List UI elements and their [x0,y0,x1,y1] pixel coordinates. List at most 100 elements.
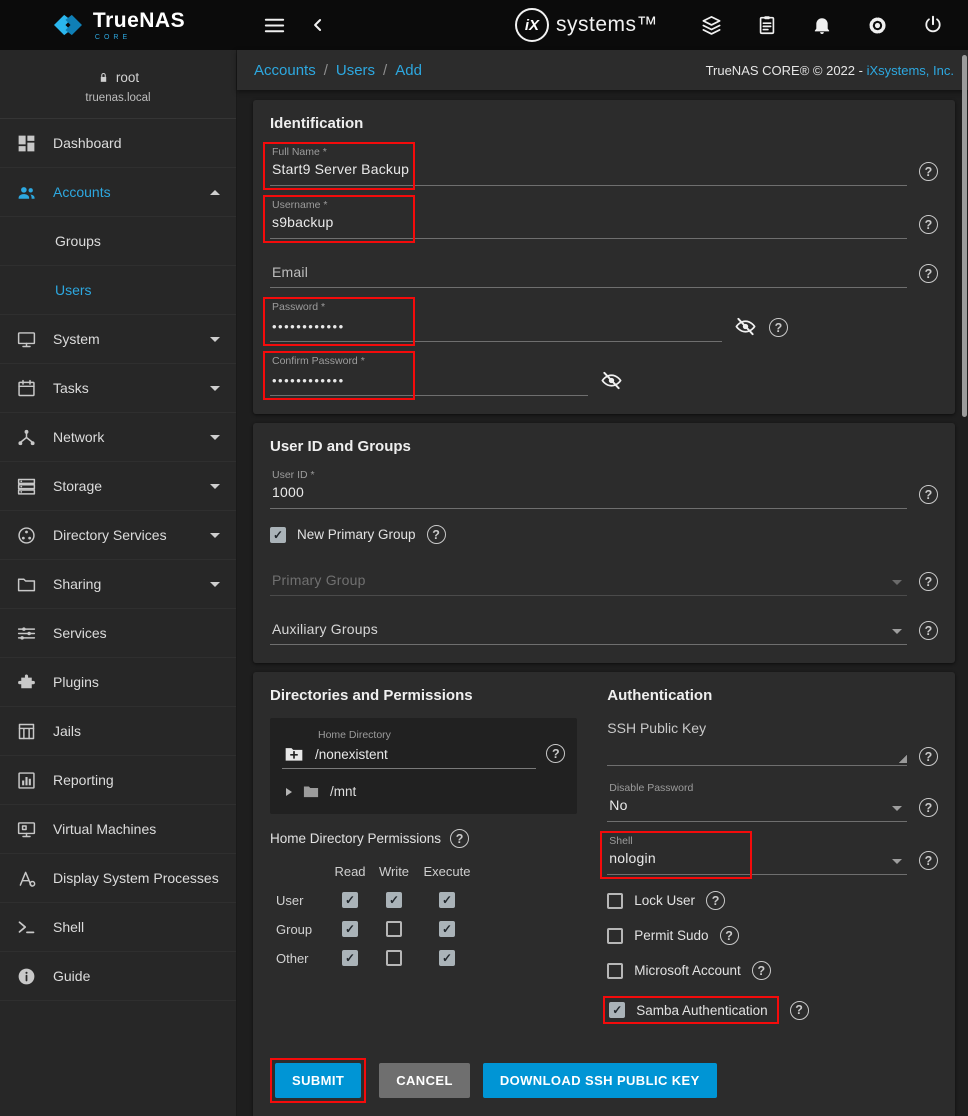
breadcrumb-add[interactable]: Add [395,62,438,79]
perm-group-execute-checkbox[interactable] [439,921,455,937]
sidebar-item-system[interactable]: System [0,315,236,364]
directories-column: Directories and Permissions Home Directo… [270,687,577,1040]
sidebar-item-sharing[interactable]: Sharing [0,560,236,609]
collapse-nav-button[interactable] [304,11,332,39]
sidebar-item-display-system-processes[interactable]: Display System Processes [0,854,236,903]
help-icon[interactable] [919,215,938,234]
ixsystems-link[interactable]: iXsystems, Inc. [867,63,954,78]
chevron-down-icon [892,806,902,811]
breadcrumb-users[interactable]: Users [336,62,395,79]
confirm-password-input[interactable]: Confirm Password * •••••••••••• [270,355,588,396]
help-icon[interactable] [790,1001,809,1020]
submit-button[interactable]: SUBMIT [275,1063,361,1098]
help-icon[interactable] [919,485,938,504]
power-button[interactable] [918,10,948,40]
notifications-button[interactable] [807,10,837,40]
help-icon[interactable] [752,961,771,980]
ssh-public-key-input[interactable]: SSH Public Key [607,718,907,766]
perm-other-read-checkbox[interactable] [342,950,358,966]
sidebar-item-reporting[interactable]: Reporting [0,756,236,805]
perm-group-read-checkbox[interactable] [342,921,358,937]
perm-user-read-checkbox[interactable] [342,892,358,908]
expand-caret-icon[interactable] [286,788,292,796]
perm-user-execute-checkbox[interactable] [439,892,455,908]
cancel-button[interactable]: CANCEL [379,1063,470,1098]
copyright-text: TrueNAS CORE® © 2022 - iXsystems, Inc. [706,63,954,78]
truenas-logo[interactable]: TrueNAS CORE [0,10,237,41]
toggle-password-visibility-icon[interactable] [734,315,757,338]
sidebar-item-virtual-machines[interactable]: Virtual Machines [0,805,236,854]
breadcrumb-bar: Accounts Users Add TrueNAS CORE® © 2022 … [237,50,968,90]
primary-group-select[interactable]: Primary Group [270,560,907,596]
help-icon[interactable] [919,851,938,870]
help-icon[interactable] [919,572,938,591]
sidebar-item-network[interactable]: Network [0,413,236,462]
perm-other-execute-checkbox[interactable] [439,950,455,966]
sidebar-item-services[interactable]: Services [0,609,236,658]
brand-text: TrueNAS CORE [93,10,185,41]
sidebar-item-label: Tasks [53,380,89,396]
help-icon[interactable] [546,744,565,763]
disable-password-select[interactable]: Disable Password No [607,782,907,822]
menu-button[interactable] [259,10,290,41]
breadcrumb-accounts[interactable]: Accounts [254,62,336,79]
sidebar-item-users[interactable]: Users [0,266,236,315]
directory-services-icon [16,525,37,546]
sidebar-item-tasks[interactable]: Tasks [0,364,236,413]
samba-authentication-checkbox[interactable] [609,1002,625,1018]
perm-group-write-checkbox[interactable] [386,921,402,937]
download-ssh-key-button[interactable]: DOWNLOAD SSH PUBLIC KEY [483,1063,717,1098]
shell-select[interactable]: Shell nologin [607,835,907,875]
sidebar-item-guide[interactable]: Guide [0,952,236,1001]
toggle-password-visibility-icon[interactable] [600,369,623,392]
auxiliary-groups-row: Auxiliary Groups [270,609,938,645]
resize-grip-icon[interactable] [898,754,907,763]
password-input[interactable]: Password * •••••••••••• [270,301,722,342]
perm-other-write-checkbox[interactable] [386,950,402,966]
scrollbar-thumb[interactable] [962,55,967,417]
help-icon[interactable] [919,162,938,181]
calendar-icon [16,378,37,399]
sidebar-item-storage[interactable]: Storage [0,462,236,511]
help-icon[interactable] [919,264,938,283]
microsoft-account-checkbox[interactable] [607,963,623,979]
settings-button[interactable] [862,10,893,41]
new-primary-group-checkbox[interactable] [270,527,286,543]
perm-user-write-checkbox[interactable] [386,892,402,908]
sidebar-item-groups[interactable]: Groups [0,217,236,266]
sidebar-item-shell[interactable]: Shell [0,903,236,952]
username-input[interactable]: Username * s9backup [270,199,907,239]
sidebar-item-accounts[interactable]: Accounts [0,168,236,217]
tree-item-mnt[interactable]: /mnt [286,783,565,800]
user-id-input[interactable]: User ID * 1000 [270,469,907,509]
auxiliary-groups-placeholder: Auxiliary Groups [272,609,907,637]
help-icon[interactable] [769,318,788,337]
sidebar-item-label: Shell [53,919,84,935]
sidebar-nav: root truenas.local Dashboard Accounts Gr… [0,50,237,1116]
email-input[interactable]: Email [270,252,907,288]
truecommand-button[interactable] [696,10,727,41]
auxiliary-groups-select[interactable]: Auxiliary Groups [270,609,907,645]
sidebar-item-jails[interactable]: Jails [0,707,236,756]
folder-add-icon[interactable] [282,744,306,764]
layers-icon [700,14,723,37]
task-manager-button[interactable] [752,10,782,40]
help-icon[interactable] [919,747,938,766]
help-icon[interactable] [706,891,725,910]
breadcrumb: Accounts Users Add [254,62,438,79]
full-name-row: Full Name * Start9 Server Backup [270,146,938,186]
help-icon[interactable] [450,829,469,848]
sidebar-item-dashboard[interactable]: Dashboard [0,119,236,168]
full-name-input[interactable]: Full Name * Start9 Server Backup [270,146,907,186]
help-icon[interactable] [720,926,739,945]
home-directory-input[interactable]: Home Directory /nonexistent [282,729,536,769]
sidebar-item-plugins[interactable]: Plugins [0,658,236,707]
help-icon[interactable] [427,525,446,544]
ix-logo-text: systems™ [556,13,658,37]
sidebar-item-directory-services[interactable]: Directory Services [0,511,236,560]
help-icon[interactable] [919,621,938,640]
permit-sudo-checkbox[interactable] [607,928,623,944]
lock-user-checkbox[interactable] [607,893,623,909]
chevron-down-icon [210,386,220,391]
help-icon[interactable] [919,798,938,817]
